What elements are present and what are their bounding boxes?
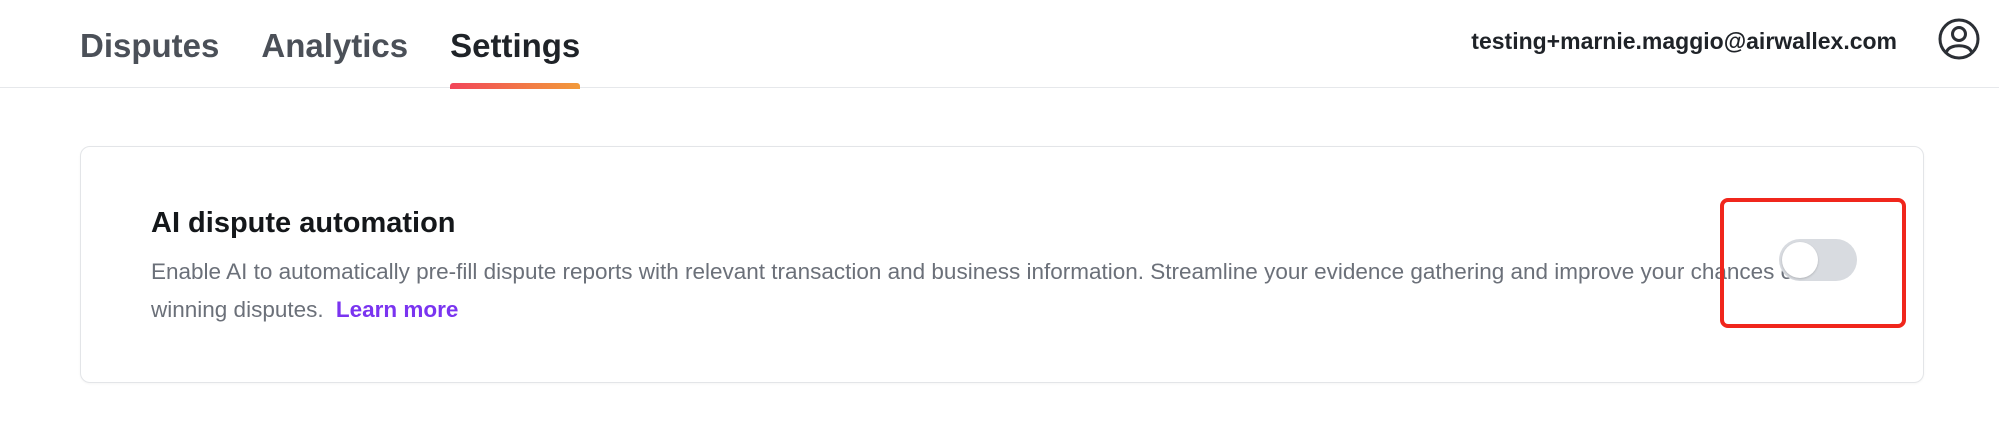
top-navigation-bar: Disputes Analytics Settings testing+marn… [0, 0, 1999, 89]
ai-automation-toggle[interactable] [1779, 239, 1857, 281]
learn-more-link[interactable]: Learn more [336, 297, 459, 322]
tab-analytics[interactable]: Analytics [261, 0, 408, 88]
tab-settings[interactable]: Settings [450, 0, 581, 89]
user-circle-icon[interactable] [1937, 17, 1981, 61]
toggle-knob [1782, 242, 1818, 278]
setting-description: Enable AI to automatically pre-fill disp… [151, 253, 1821, 329]
avatar-graphic [1938, 18, 1980, 60]
ai-dispute-automation-card: AI dispute automation Enable AI to autom… [80, 146, 1924, 383]
setting-title: AI dispute automation [151, 207, 456, 239]
user-email: testing+marnie.maggio@airwallex.com [1471, 28, 1897, 54]
main-tabs: Disputes Analytics Settings [80, 0, 581, 89]
tab-disputes[interactable]: Disputes [80, 0, 219, 88]
